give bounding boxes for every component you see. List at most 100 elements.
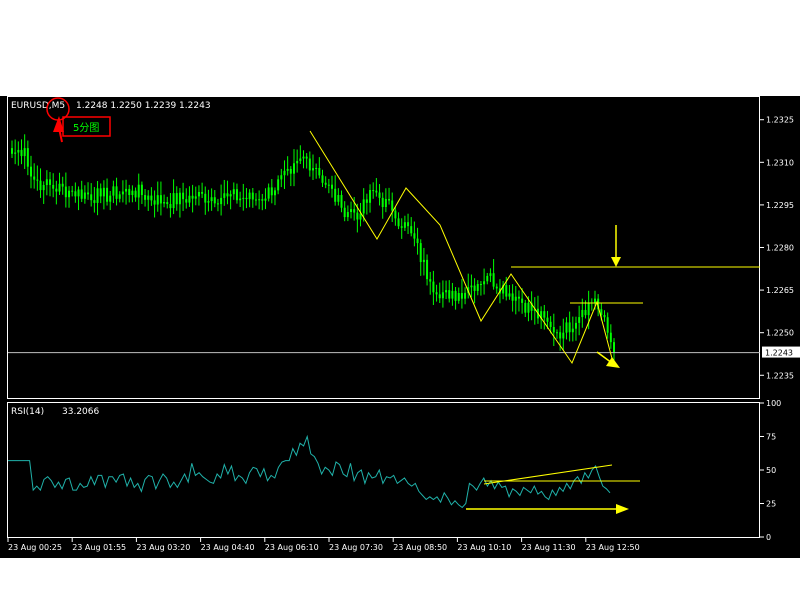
candle-body: [93, 200, 96, 203]
candle-body: [435, 292, 438, 295]
candle-body: [61, 183, 64, 187]
candle-body: [296, 160, 299, 164]
candle-body: [565, 322, 568, 333]
candle-body: [343, 207, 346, 218]
candle-body: [543, 311, 546, 318]
candle-body: [102, 187, 105, 197]
candle-body: [438, 294, 441, 299]
rsi-axis-label: 25: [766, 500, 776, 509]
candle-body: [273, 190, 276, 196]
time-axis-label: 23 Aug 07:30: [329, 543, 383, 552]
candle-body: [321, 175, 324, 183]
candle-body: [394, 210, 397, 219]
candle-body: [283, 170, 286, 176]
candle-body: [175, 193, 178, 205]
candle-body: [508, 293, 511, 297]
price-axis-label: 1.2295: [766, 201, 794, 210]
candle-body: [201, 191, 204, 194]
candle-body: [163, 202, 166, 204]
candle-body: [397, 218, 400, 227]
candle-body: [451, 290, 454, 299]
candle-body: [384, 198, 387, 208]
candle-body: [52, 184, 55, 189]
candle-body: [578, 317, 581, 323]
candle-body: [546, 317, 549, 322]
candle-body: [248, 192, 251, 200]
candle-body: [555, 332, 558, 334]
candle-body: [251, 192, 254, 200]
current-price-label: 1.2243: [765, 349, 793, 358]
candle-body: [400, 226, 403, 228]
candle-body: [96, 188, 99, 203]
candle-body: [42, 185, 45, 191]
candle-body: [486, 275, 489, 282]
candle-body: [429, 279, 432, 282]
candle-body: [460, 293, 463, 299]
candle-body: [11, 148, 13, 154]
candle-body: [17, 149, 20, 153]
candle-body: [324, 182, 327, 185]
candle-body: [289, 168, 292, 174]
candle-body: [220, 197, 223, 205]
candle-body: [524, 302, 527, 313]
candle-body: [20, 149, 23, 157]
candle-body: [454, 290, 457, 301]
candle-body: [23, 148, 26, 157]
candle-body: [334, 188, 337, 202]
rsi-axis-label: 100: [766, 399, 781, 408]
price-axis-label: 1.2280: [766, 244, 794, 253]
candle-body: [492, 273, 495, 287]
time-axis-label: 23 Aug 11:30: [522, 543, 576, 552]
candle-body: [527, 302, 530, 313]
candle-body: [264, 198, 267, 201]
candle-body: [147, 195, 150, 200]
candle-body: [584, 309, 587, 316]
candle-body: [613, 342, 615, 353]
candle-body: [505, 285, 508, 297]
candle-body: [169, 204, 172, 209]
candle-body: [197, 191, 200, 197]
candle-body: [242, 197, 245, 199]
candle-body: [315, 167, 318, 169]
candle-body: [292, 163, 295, 174]
candle-body: [381, 197, 384, 208]
candle-body: [362, 199, 365, 214]
candle-body: [172, 193, 175, 209]
rsi-panel: [7, 402, 760, 538]
candle-body: [55, 188, 58, 192]
candle-body: [432, 281, 435, 293]
candle-body: [464, 292, 467, 299]
candle-body: [511, 293, 514, 301]
candle-body: [350, 209, 353, 213]
candle-body: [125, 188, 128, 192]
candle-body: [489, 273, 492, 276]
candle-body: [204, 193, 207, 203]
candle-body: [191, 195, 194, 199]
candle-body: [71, 190, 74, 192]
candle-body: [58, 183, 61, 192]
chart-window: EURUSD,M5 1.2248 1.2250 1.2239 1.2243 RS…: [0, 0, 800, 600]
candle-body: [470, 285, 473, 288]
candle-body: [426, 259, 429, 280]
candle-body: [131, 190, 134, 196]
chart-svg: EURUSD,M5 1.2248 1.2250 1.2239 1.2243 RS…: [0, 0, 800, 600]
candle-body: [302, 156, 305, 159]
candle-body: [391, 200, 394, 211]
candle-body: [606, 317, 609, 333]
candle-body: [213, 197, 216, 204]
candle-body: [587, 302, 590, 316]
time-axis-label: 23 Aug 03:20: [136, 543, 190, 552]
candle-body: [14, 152, 17, 154]
candle-body: [90, 194, 93, 201]
candle-body: [207, 201, 210, 203]
left-strip: [0, 96, 7, 558]
candle-body: [308, 158, 311, 171]
candle-body: [140, 184, 143, 196]
candle-body: [305, 156, 308, 159]
candle-body: [49, 179, 52, 185]
time-axis-label: 23 Aug 01:55: [72, 543, 126, 552]
candle-body: [223, 193, 226, 198]
candle-body: [286, 168, 289, 171]
candle-body: [30, 166, 33, 177]
time-axis-label: 23 Aug 04:40: [201, 543, 255, 552]
